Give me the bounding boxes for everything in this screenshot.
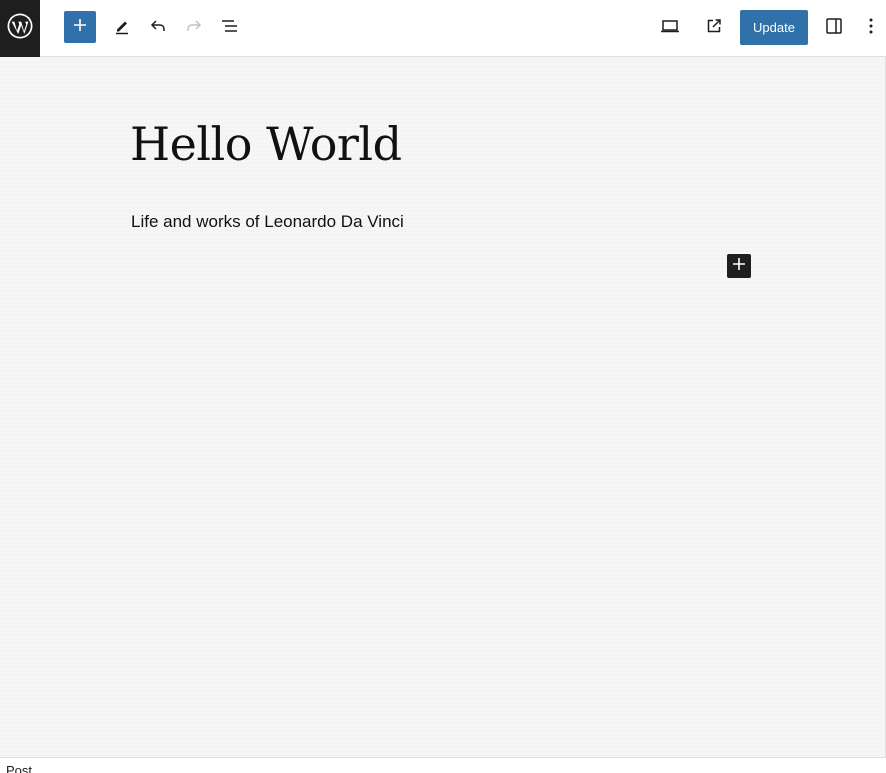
plus-icon: [72, 17, 88, 38]
pencil-icon: [113, 17, 131, 40]
external-link-icon: [704, 16, 724, 41]
list-view-button[interactable]: [213, 11, 247, 45]
post-title[interactable]: Hello World: [130, 117, 402, 171]
block-breadcrumb-bar: Post: [0, 757, 886, 773]
view-post-button[interactable]: [697, 11, 731, 45]
wordpress-icon: [6, 12, 34, 45]
wordpress-logo-button[interactable]: [0, 0, 40, 57]
more-vertical-icon: [868, 17, 874, 40]
paragraph-block[interactable]: Life and works of Leonardo Da Vinci: [131, 212, 404, 232]
redo-button[interactable]: [177, 11, 211, 45]
preview-button[interactable]: [653, 11, 687, 45]
redo-icon: [184, 16, 204, 41]
laptop-icon: [659, 16, 681, 41]
add-block-button[interactable]: [727, 254, 751, 278]
block-inserter-toggle-button[interactable]: [64, 11, 96, 43]
undo-icon: [148, 16, 168, 41]
list-view-icon: [219, 16, 241, 41]
editor-canvas: Hello World Life and works of Leonardo D…: [0, 57, 886, 757]
tools-button[interactable]: [105, 11, 139, 45]
sidebar-toggle-icon: [824, 16, 844, 41]
update-button[interactable]: Update: [740, 10, 808, 45]
breadcrumb-post[interactable]: Post: [6, 763, 32, 773]
settings-sidebar-toggle-button[interactable]: [817, 11, 851, 45]
options-menu-button[interactable]: [856, 11, 886, 45]
plus-icon: [732, 257, 746, 276]
editor-header: Update: [0, 0, 886, 57]
undo-button[interactable]: [141, 11, 175, 45]
